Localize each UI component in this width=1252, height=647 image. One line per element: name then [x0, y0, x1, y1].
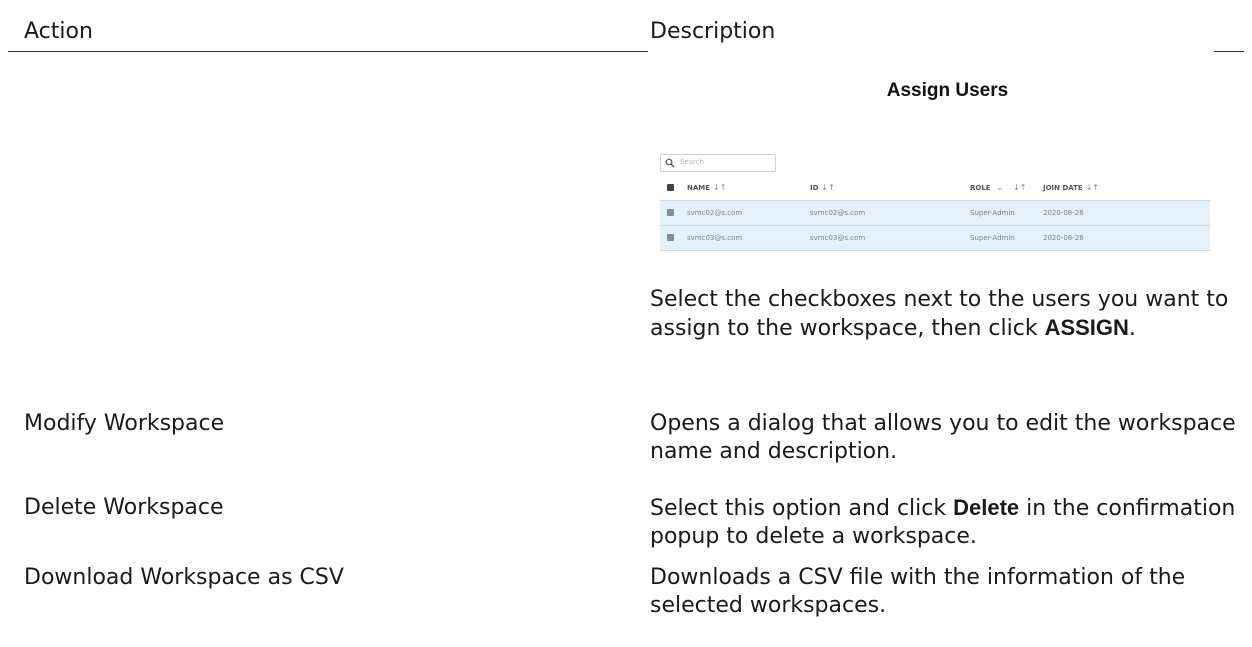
assign-keyword: ASSIGN	[1044, 315, 1129, 340]
table-row[interactable]: svmc03@s.com svmc03@s.com Super-Admin 20…	[660, 225, 1210, 251]
name-column-header[interactable]: NAME ↓↑	[687, 183, 726, 192]
row-checkbox[interactable]	[667, 209, 674, 216]
table-row[interactable]: svmc02@s.com svmc02@s.com Super-Admin 20…	[660, 200, 1210, 225]
sort-icon: ↓↑	[821, 183, 835, 192]
user-table-header: NAME ↓↑ ID ↓↑ ROLE ⌄ ↓↑ JOIN DATE ↓↑	[660, 178, 1210, 198]
header-rule	[8, 51, 648, 52]
row-checkbox[interactable]	[667, 234, 674, 241]
user-role: Super-Admin	[970, 209, 1015, 217]
action-delete-workspace: Delete Workspace	[24, 495, 224, 520]
search-input[interactable]: Search	[660, 154, 776, 172]
user-id: svmc03@s.com	[810, 234, 866, 242]
action-download-workspace-csv: Download Workspace as CSV	[24, 565, 344, 590]
action-modify-workspace: Modify Workspace	[24, 411, 225, 436]
modify-description: Opens a dialog that allows you to edit t…	[650, 411, 1236, 464]
assign-users-screenshot: Search NAME ↓↑ ID ↓↑ ROLE ⌄ ↓↑ JOIN DATE ↓↑…	[660, 154, 1210, 264]
header-rule-end	[1214, 51, 1244, 52]
sort-icon: ↓↑	[713, 183, 727, 192]
assign-users-title: Assign Users	[886, 80, 1009, 101]
role-column-header[interactable]: ROLE ⌄ ↓↑	[970, 183, 1026, 192]
chevron-down-icon: ⌄	[996, 183, 1003, 192]
user-join-date: 2020-08-26	[1043, 234, 1084, 242]
delete-description: Select this option and click Delete in t…	[650, 495, 1236, 549]
join-date-column-header[interactable]: JOIN DATE ↓↑	[1043, 183, 1099, 192]
column-header-action: Action	[24, 19, 93, 44]
sort-icon: ↓↑	[1013, 183, 1027, 192]
delete-keyword: Delete	[953, 495, 1020, 520]
assign-description: Select the checkboxes next to the users …	[650, 287, 1229, 341]
column-header-description: Description	[650, 19, 776, 44]
search-icon	[665, 158, 675, 168]
download-description: Downloads a CSV file with the informatio…	[650, 565, 1186, 618]
sort-icon: ↓↑	[1085, 183, 1100, 192]
user-name: svmc03@s.com	[687, 234, 743, 242]
id-column-header[interactable]: ID ↓↑	[810, 183, 835, 192]
user-id: svmc02@s.com	[810, 209, 866, 217]
user-join-date: 2020-08-26	[1043, 209, 1084, 217]
user-name: svmc02@s.com	[687, 209, 743, 217]
search-placeholder: Search	[680, 158, 705, 166]
select-all-checkbox[interactable]	[667, 184, 674, 191]
user-role: Super-Admin	[970, 234, 1015, 242]
